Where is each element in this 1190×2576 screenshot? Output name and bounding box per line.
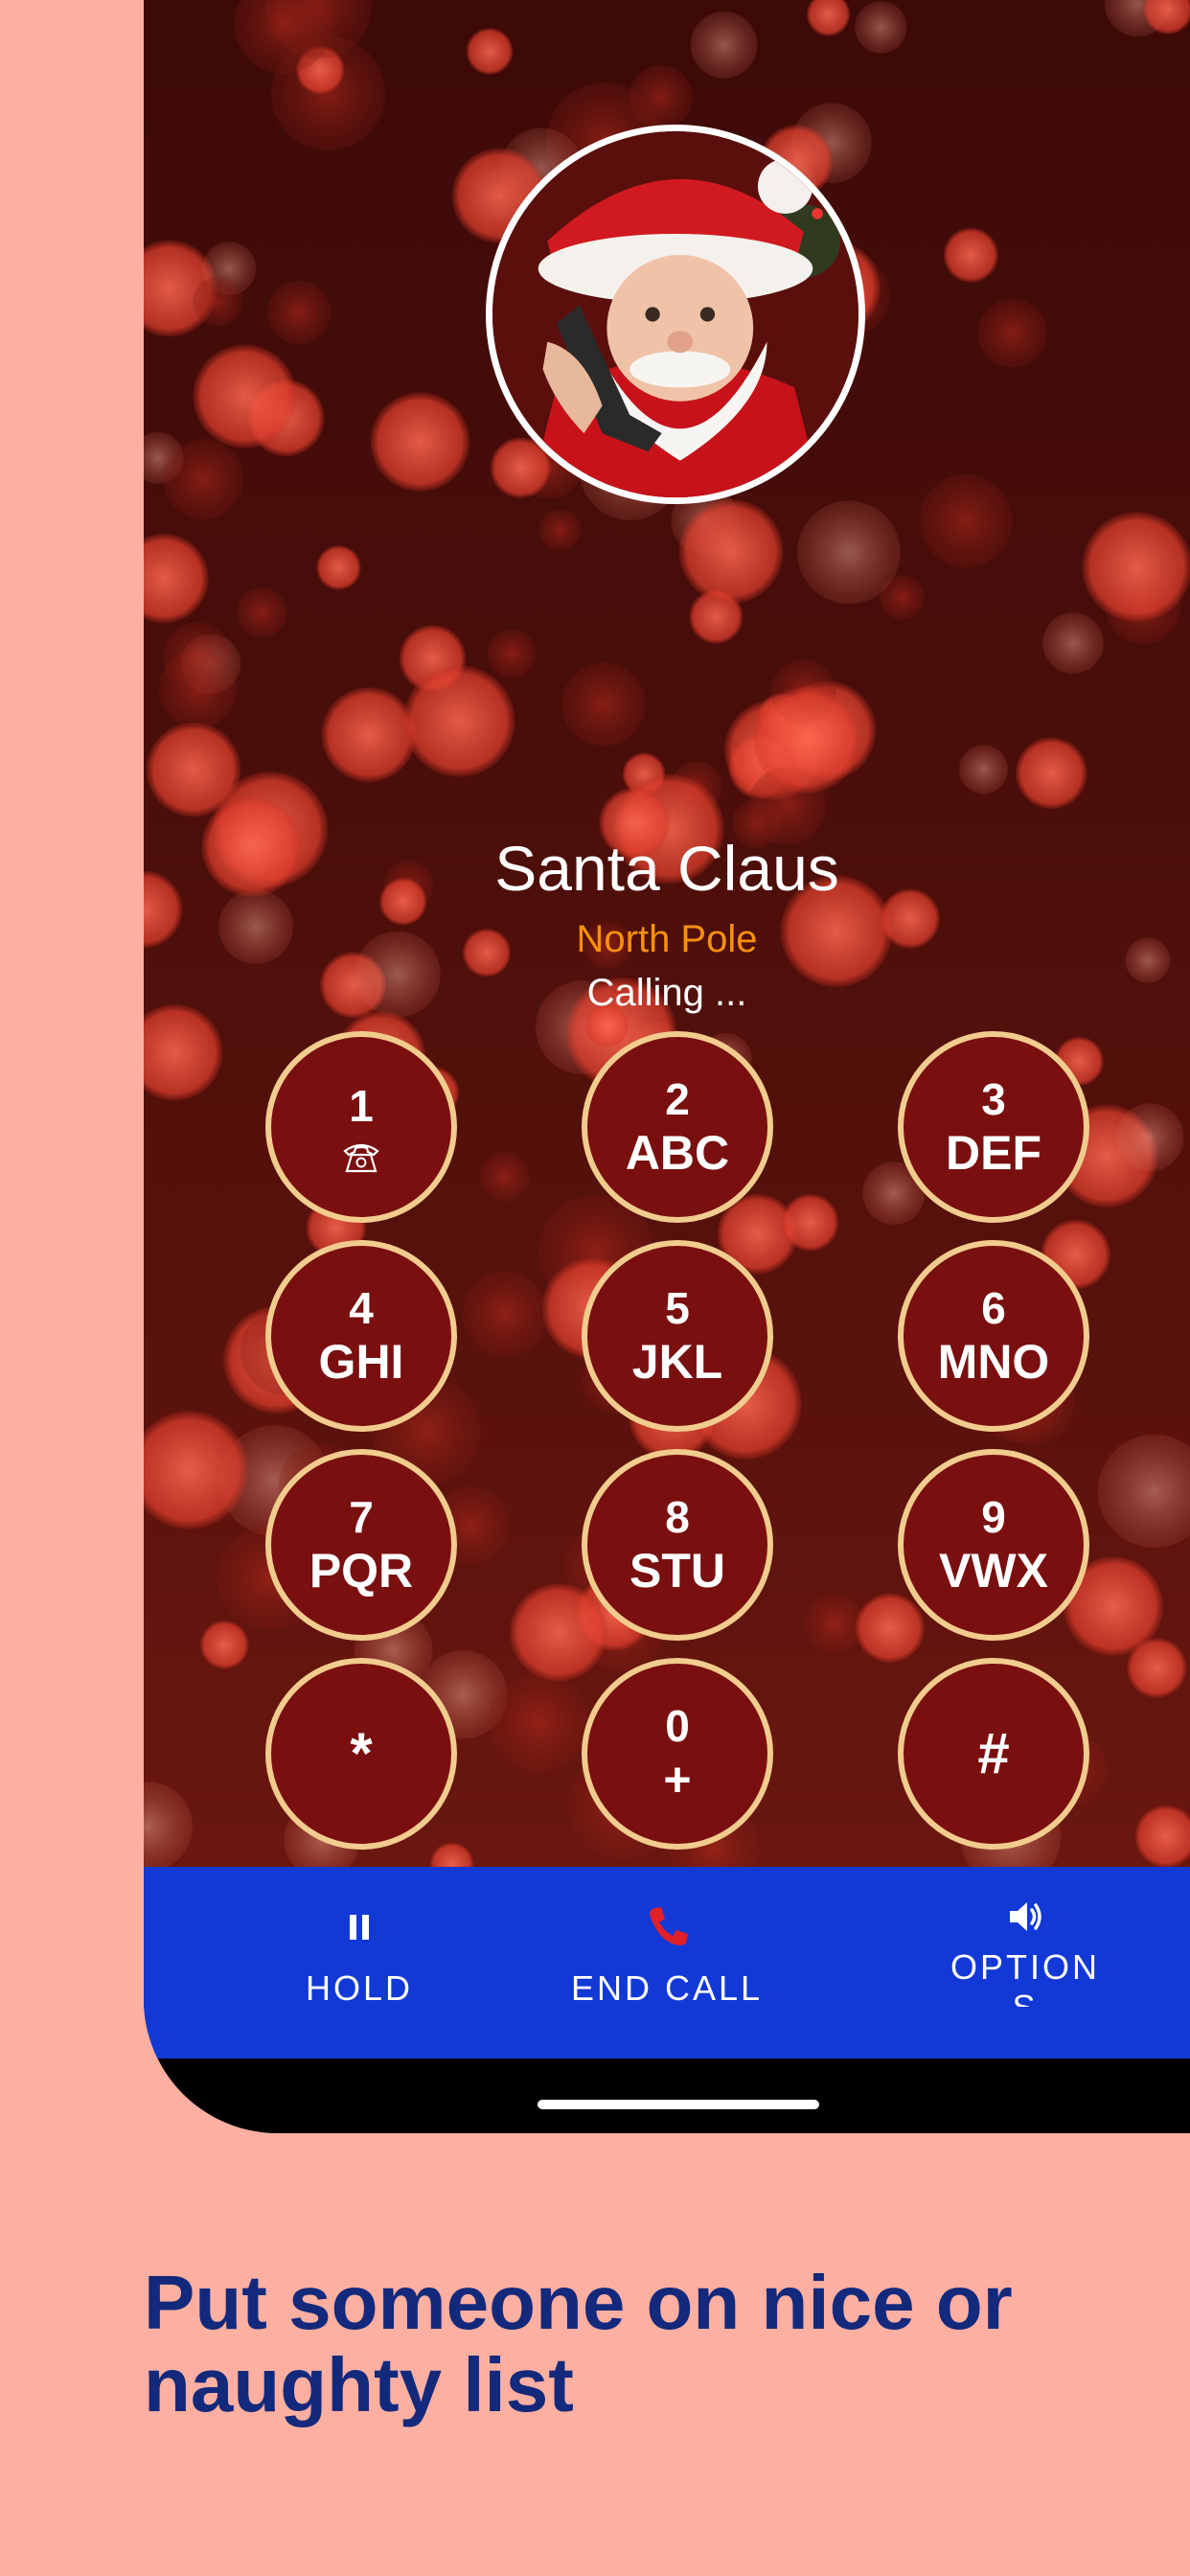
key-1[interactable]: 1	[265, 1031, 457, 1223]
key-digit: 0	[665, 1701, 690, 1751]
options-label-line2: S	[950, 1988, 1100, 2007]
headline-line-2: naughty list	[144, 2342, 574, 2427]
key-letters: MNO	[937, 1335, 1050, 1389]
key-2[interactable]: 2 ABC	[582, 1031, 773, 1223]
key-digit: 9	[981, 1492, 1006, 1542]
key-0[interactable]: 0 +	[582, 1658, 773, 1850]
key-digit: 1	[349, 1081, 374, 1131]
key-6[interactable]: 6 MNO	[898, 1240, 1089, 1432]
headline-line-1: Put someone on nice or	[144, 2260, 1013, 2345]
options-button[interactable]: OPTION S	[905, 1867, 1145, 2058]
promo-headline: Put someone on nice or naughty list	[144, 2262, 1159, 2426]
key-star[interactable]: *	[265, 1658, 457, 1850]
key-digit: 5	[665, 1283, 690, 1333]
key-digit: 4	[349, 1283, 374, 1333]
key-letters: VWX	[939, 1544, 1048, 1598]
key-digit: 7	[349, 1492, 374, 1542]
key-5[interactable]: 5 JKL	[582, 1240, 773, 1432]
key-letters: PQR	[309, 1544, 414, 1598]
key-3[interactable]: 3 DEF	[898, 1031, 1089, 1223]
key-digit: 3	[981, 1074, 1006, 1124]
key-8[interactable]: 8 STU	[582, 1449, 773, 1641]
key-symbol: #	[977, 1721, 1010, 1785]
hold-button[interactable]: HOLD	[249, 1867, 469, 2058]
home-indicator[interactable]	[538, 2100, 819, 2109]
key-hash[interactable]: #	[898, 1658, 1089, 1850]
key-7[interactable]: 7 PQR	[265, 1449, 457, 1641]
key-symbol: *	[350, 1721, 373, 1785]
key-digit: 2	[665, 1074, 690, 1124]
hold-label: HOLD	[305, 1968, 414, 2008]
end-call-button[interactable]: END CALL	[533, 1867, 801, 2058]
options-label-line1: OPTION	[950, 1947, 1100, 1987]
key-4[interactable]: 4 GHI	[265, 1240, 457, 1432]
phone-icon	[343, 1143, 379, 1173]
phone-frame: Santa Claus North Pole Calling ... 1 2 A…	[144, 0, 1190, 2133]
end-call-label: END CALL	[570, 1968, 764, 2008]
key-letters: +	[663, 1753, 692, 1806]
key-digit: 8	[665, 1492, 690, 1542]
pause-icon	[350, 1915, 369, 1940]
key-digit: 6	[981, 1283, 1006, 1333]
key-letters: GHI	[318, 1335, 404, 1389]
key-9[interactable]: 9 VWX	[898, 1449, 1089, 1641]
key-letters: STU	[629, 1544, 725, 1598]
end-call-icon	[650, 1907, 688, 1945]
key-letters: JKL	[631, 1335, 723, 1389]
call-screen: Santa Claus North Pole Calling ... 1 2 A…	[144, 0, 1190, 1867]
dial-keypad: 1 2 ABC 3 DEF 4 GHI 5 JKL 6 MNO 7 PQR 8 …	[144, 0, 1190, 1867]
call-action-bar: HOLD END CALL OPTION S	[144, 1867, 1190, 2058]
key-letters: DEF	[946, 1126, 1041, 1180]
key-letters: ABC	[625, 1126, 730, 1180]
speaker-icon	[1010, 1902, 1041, 1931]
